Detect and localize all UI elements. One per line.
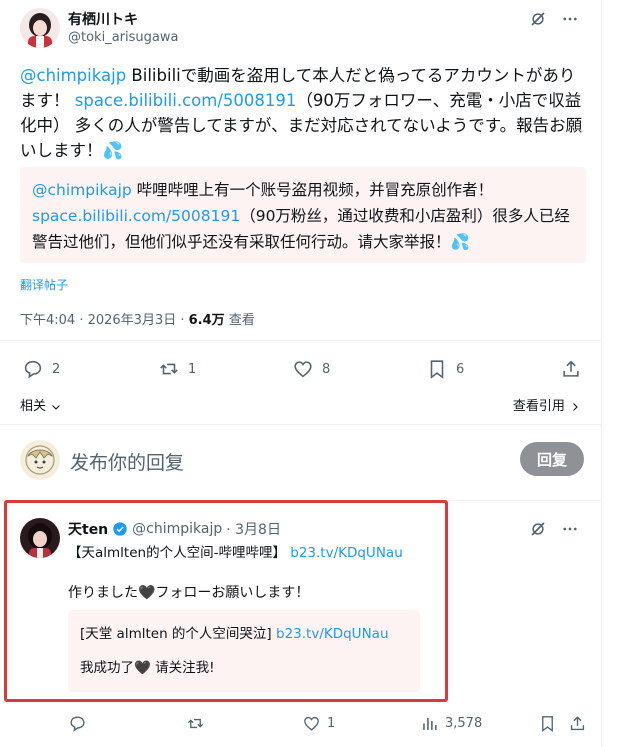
related-toggle[interactable]: 相关 [20,395,62,414]
like-count: 8 [322,361,331,377]
sweat-emoji: 💦 [102,141,124,160]
chevron-down-icon [50,401,62,413]
reply-header-actions [529,520,579,538]
like-icon [302,714,321,733]
translation-box: @chimpikajp 哔哩哔哩上有一个账号盗用视频，并冒充原创作者！ spac… [20,167,586,263]
grok-icon[interactable] [529,10,547,28]
view-label: 查看 [224,313,255,328]
bookmark-icon [426,358,448,380]
reply-views-button[interactable]: 3,578 [420,714,482,733]
reply-like-button[interactable]: 1 [302,714,335,733]
tweet-timestamp[interactable]: 下午4:04 · 2026年3月3日 · [20,313,189,328]
highlight-box [4,500,448,702]
my-avatar[interactable] [20,440,60,480]
tweet-header-actions [529,10,579,28]
reply-like-count: 1 [327,716,336,731]
view-count: 6.4万 [188,313,225,328]
author-handle[interactable]: @toki_arisugawa [68,30,178,45]
related-label: 相关 [20,399,47,414]
divider [0,424,602,425]
translation-text-part1: 哔哩哔哩上有一个账号盗用视频，并冒充原创作者！ [131,181,494,199]
view-quotes-label: 查看引用 [512,399,565,414]
reply-icon [68,714,87,733]
retweet-button[interactable]: 1 [158,358,196,380]
translation-bilibili-link[interactable]: space.bilibili.com/5008191 [32,207,240,225]
more-icon[interactable] [561,520,579,538]
author-avatar[interactable] [20,8,60,48]
mention-link[interactable]: @chimpikajp [20,66,126,85]
share-button[interactable] [560,358,582,380]
tweet-meta: 下午4:04 · 2026年3月3日 · 6.4万 查看 [20,309,255,328]
reply-actions: 1 3,578 [0,712,602,738]
reply-bookmark-button[interactable] [538,714,557,733]
reply-view-count: 3,578 [445,716,483,731]
more-icon[interactable] [561,10,579,28]
grok-icon[interactable] [529,520,547,538]
bookmark-count: 6 [456,361,465,377]
chevron-right-icon [569,401,581,413]
tweet-actions: 2 1 8 6 [0,356,602,384]
translation-sweat-emoji: 💦 [450,233,470,251]
timeline-column: 有栖川トキ @toki_arisugawa @chimpikajp Bilibi… [0,0,602,747]
translation-mention-link[interactable]: @chimpikajp [32,181,132,199]
reply-submit-button[interactable]: 回复 [520,442,584,476]
retweet-count: 1 [188,361,197,377]
translate-post-link[interactable]: 翻译帖子 [20,276,68,293]
share-icon [568,714,587,733]
views-icon [420,714,439,733]
retweet-icon [186,714,205,733]
like-icon [292,358,314,380]
reply-icon [22,358,44,380]
bookmark-button[interactable]: 6 [426,358,464,380]
reply-input[interactable]: 发布你的回复 [70,448,184,475]
reply-reply-button[interactable] [68,714,87,733]
view-quotes-link[interactable]: 查看引用 [513,395,581,414]
share-icon [560,358,582,380]
retweet-icon [158,358,180,380]
reply-share-button[interactable] [568,714,587,733]
bookmark-icon [538,714,557,733]
reply-retweet-button[interactable] [186,714,205,733]
bilibili-link[interactable]: space.bilibili.com/5008191 [75,91,297,110]
divider [0,340,602,341]
author-name[interactable]: 有栖川トキ [68,9,138,29]
tweet-text: @chimpikajp Bilibiliで動画を盗用して本人だと偽ってるアカウン… [20,63,588,163]
reply-button[interactable]: 2 [22,358,60,380]
like-button[interactable]: 8 [292,358,330,380]
reply-count: 2 [52,361,61,377]
